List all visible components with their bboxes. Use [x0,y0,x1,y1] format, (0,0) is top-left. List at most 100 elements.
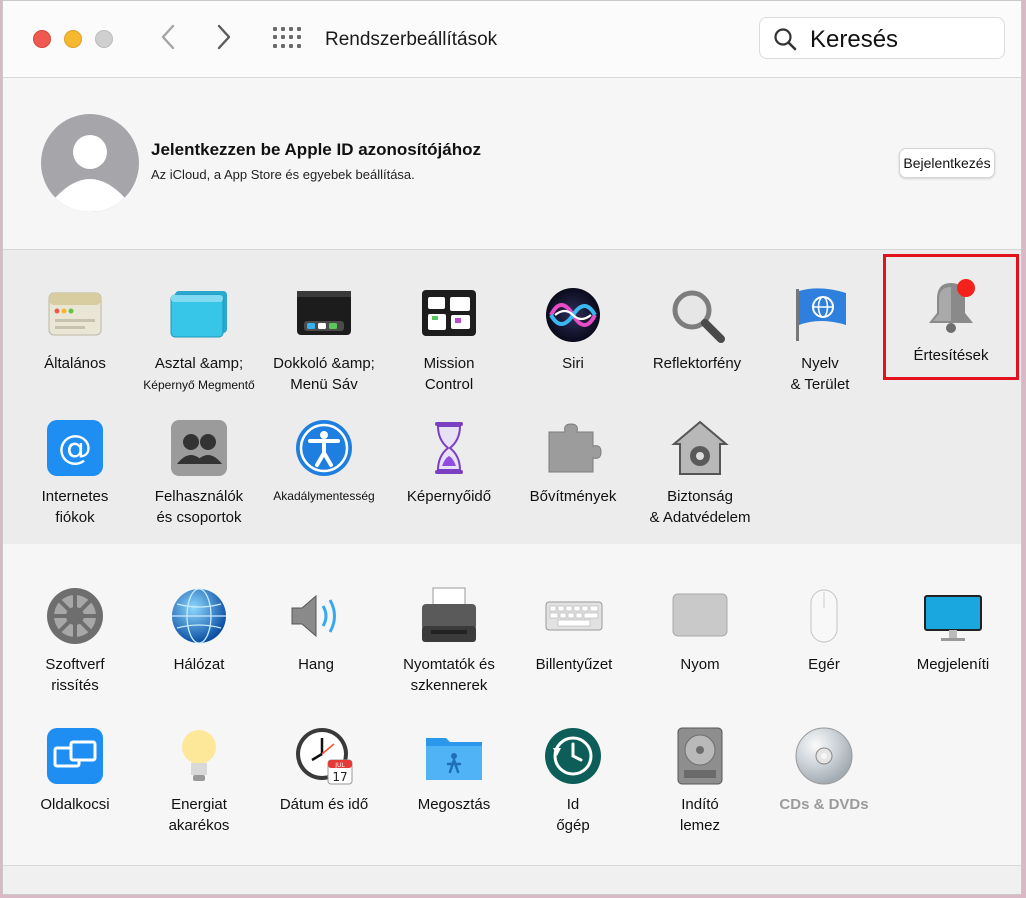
pane-trackpad[interactable]: Nyom [640,586,760,675]
pane-label: Hang [298,656,334,673]
spotlight-icon [667,285,727,345]
pane-sharing[interactable]: Megosztás [394,726,514,815]
pane-label: Nyom [680,656,720,673]
apple-id-banner: Jelentkezzen be Apple ID azonosítójához … [3,78,1021,248]
desktop-screensaver-icon [169,285,229,345]
pane-label: Siri [562,355,584,372]
pane-label: Szoftverf rissítés [45,656,105,694]
svg-text:17: 17 [332,770,347,784]
users-groups-icon [169,418,229,478]
user-silhouette-icon [55,135,125,212]
pane-label: Felhasználók és csoportok [154,488,244,526]
pane-label: Energiat akarékos [168,796,230,834]
keyboard-icon [544,586,604,646]
pane-sound[interactable]: Hang [256,586,376,675]
pane-users-groups[interactable]: Felhasználók és csoportok [139,418,259,528]
pane-label: Indító lemez [679,796,720,834]
pane-security-privacy[interactable]: Biztonság & Adatvédelem [640,418,760,528]
pane-extensions[interactable]: Bővítmények [513,418,633,507]
svg-text:@: @ [58,428,92,468]
pane-energy-saver[interactable]: Energiat akarékos [139,726,259,836]
time-machine-icon [543,726,603,786]
search-field[interactable] [759,17,1005,59]
zoom-window-button[interactable] [95,30,113,48]
pane-label: Reflektorfény [652,355,742,372]
pane-mouse[interactable]: Egér [764,586,884,675]
forward-button[interactable] [215,23,233,57]
back-button[interactable] [159,23,177,57]
mission-control-icon [419,285,479,345]
sign-in-button[interactable]: Bejelentkezés [899,148,995,178]
pane-time-machine[interactable]: Id őgép [513,726,633,836]
energy-saver-icon [169,726,229,786]
pane-keyboard[interactable]: Billentyűzet [514,586,634,675]
chevron-left-icon [161,24,175,50]
pane-desktop-screensaver[interactable]: Asztal &amp; Képernyő Megmentő [139,285,259,396]
startup-disk-icon [670,726,730,786]
window-title: Rendszerbeállítások [325,29,498,50]
notifications-highlight-box [883,254,1019,380]
pane-network[interactable]: Hálózat [139,586,259,675]
pane-label: Általános [44,355,106,372]
search-icon [774,28,797,51]
pane-printers-scanners[interactable]: Nyomtatók és szkennerek [389,586,509,696]
accessibility-icon [294,418,354,478]
pane-sidecar[interactable]: Oldalkocsi [15,726,135,815]
pane-internet-accounts[interactable]: @ Internetes fiókok [15,418,135,528]
pane-label: Dátum és idő [279,796,369,813]
mouse-icon [794,586,854,646]
pane-date-time[interactable]: JUL 17 Dátum és idő [264,726,384,815]
pane-siri[interactable]: Siri [513,285,633,374]
title-bar: Rendszerbeállítások [3,1,1021,78]
pane-label: Képernyőidő [406,488,492,505]
extensions-icon [543,418,603,478]
pane-general[interactable]: Általános [15,285,135,374]
date-time-icon: JUL 17 [294,726,354,786]
pane-label: Egér [808,656,840,673]
pane-spotlight[interactable]: Reflektorfény [637,285,757,374]
search-input[interactable] [808,24,1002,56]
siri-icon [543,285,603,345]
screen-time-icon [419,418,479,478]
pane-label: Hálózat [173,656,225,673]
pane-label: Internetes fiókok [41,488,109,526]
pane-dock-menubar[interactable]: Dokkoló &amp; Menü Sáv [264,285,384,395]
pane-language-region[interactable]: Nyelv & Terület [760,285,880,395]
window-bottom-edge [3,865,1021,894]
minimize-window-button[interactable] [64,30,82,48]
pane-label: Oldalkocsi [40,796,110,813]
pane-mission-control[interactable]: Mission Control [389,285,509,395]
language-region-icon [790,285,850,345]
pane-software-update[interactable]: Szoftverf rissítés [15,586,135,696]
chevron-right-icon [217,24,231,50]
pane-label: Megosztás [417,796,491,813]
pane-displays[interactable]: Megjeleníti [893,586,1013,675]
pane-label: Megjeleníti [916,656,990,673]
pane-label: Biztonság & Adatvédelem [649,488,751,526]
printers-scanners-icon [419,586,479,646]
pane-label: Billentyűzet [535,656,613,673]
pane-accessibility[interactable]: Akadálymentesség [264,418,384,507]
pane-label: Dokkoló &amp; Menü Sáv [273,355,375,393]
sound-icon [286,586,346,646]
pane-label: Mission Control [423,355,475,393]
pane-label: Nyelv & Terület [790,355,850,393]
dock-menubar-icon [294,285,354,345]
pane-label: CDs & DVDs [779,796,869,813]
apple-id-subtitle: Az iCloud, a App Store és egyebek beállí… [151,167,415,182]
security-privacy-icon [670,418,730,478]
displays-icon [923,586,983,646]
show-all-grid-button[interactable] [273,27,301,49]
pane-label: Nyomtatók és szkennerek [403,656,495,694]
network-icon [169,586,229,646]
avatar[interactable] [41,114,139,212]
pane-label: Asztal &amp; Képernyő Megmentő [143,355,255,392]
pane-screen-time[interactable]: Képernyőidő [389,418,509,507]
cds-dvds-icon [794,726,854,786]
pane-startup-disk[interactable]: Indító lemez [640,726,760,836]
internet-accounts-icon: @ [45,418,105,478]
sharing-icon [424,726,484,786]
pane-label: Id őgép [556,796,590,834]
close-window-button[interactable] [33,30,51,48]
software-update-icon [45,586,105,646]
